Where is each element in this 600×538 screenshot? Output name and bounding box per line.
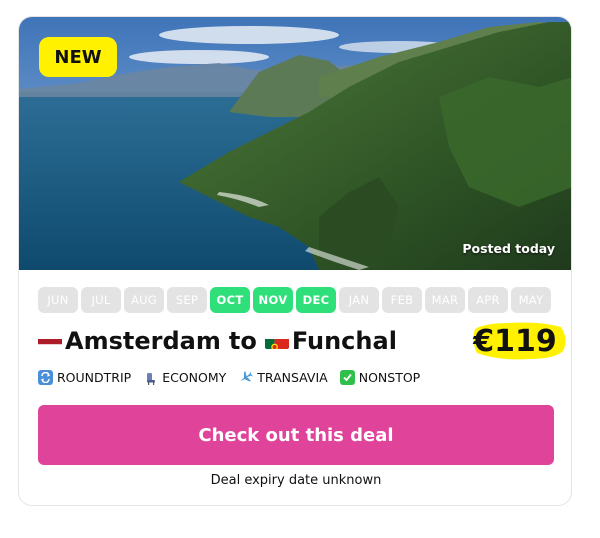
flight-tags: ROUNDTRIP ECONOMY TRANSAVIA NONSTOP <box>38 370 420 385</box>
month-chip-nov: NOV <box>253 287 293 313</box>
roundtrip-icon <box>38 370 53 385</box>
check-out-deal-button[interactable]: Check out this deal <box>38 405 554 465</box>
tag-roundtrip: ROUNDTRIP <box>38 370 131 385</box>
netherlands-flag-icon <box>38 333 62 349</box>
month-chip-sep: SEP <box>167 287 207 313</box>
month-chip-jul: JUL <box>81 287 121 313</box>
month-chip-dec: DEC <box>296 287 336 313</box>
price-highlight: €119 <box>469 319 569 363</box>
new-badge: NEW <box>39 37 117 77</box>
month-chip-mar: MAR <box>425 287 465 313</box>
route-origin: Amsterdam <box>65 327 221 355</box>
tag-label: ROUNDTRIP <box>57 370 132 385</box>
tag-label: TRANSAVIA <box>257 370 328 385</box>
month-chip-may: MAY <box>511 287 551 313</box>
month-chip-jan: JAN <box>339 287 379 313</box>
route-title: Amsterdam to Funchal <box>38 323 397 359</box>
month-chip-aug: AUG <box>124 287 164 313</box>
portugal-flag-icon <box>264 333 289 349</box>
month-chip-apr: APR <box>468 287 508 313</box>
tag-label: ECONOMY <box>162 370 227 385</box>
tag-economy: ECONOMY <box>143 370 226 385</box>
tag-nonstop: NONSTOP <box>339 370 421 385</box>
hero-image: NEW Posted today <box>19 17 571 270</box>
route-connector: to <box>228 327 257 355</box>
airplane-icon <box>238 370 254 385</box>
month-chip-jun: JUN <box>38 287 78 313</box>
posted-label: Posted today <box>462 241 555 256</box>
month-availability-bar: JUN JUL AUG SEP OCT NOV DEC JAN FEB MAR APR MAY <box>38 287 551 313</box>
route-destination: Funchal <box>291 327 397 355</box>
month-chip-feb: FEB <box>382 287 422 313</box>
seat-icon <box>143 370 158 385</box>
check-icon <box>339 370 355 385</box>
tag-airline: TRANSAVIA <box>238 370 328 385</box>
deal-card: NEW Posted today JUN JUL AUG SEP OCT NOV DEC JA… <box>18 16 572 506</box>
month-chip-oct: OCT <box>210 287 250 313</box>
price-value: €119 <box>473 323 557 359</box>
tag-label: NONSTOP <box>358 370 421 385</box>
deal-expiry-text: Deal expiry date unknown <box>210 473 382 488</box>
